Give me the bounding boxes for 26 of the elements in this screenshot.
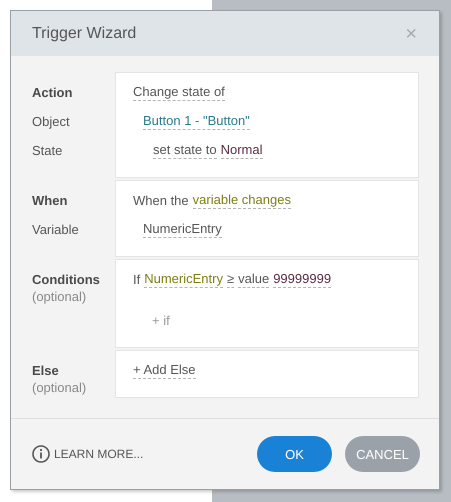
field-label: Variable — [32, 221, 80, 239]
section-heading: Action — [32, 84, 74, 102]
choice-link[interactable]: Change state of — [133, 84, 225, 101]
setting-link[interactable]: Normal — [220, 142, 262, 159]
hint-label: (optional) — [32, 379, 88, 397]
rule-text: When the — [133, 193, 189, 208]
section-heading: When — [32, 192, 68, 210]
variable-link[interactable]: variable changes — [192, 192, 291, 209]
section-heading: Else — [32, 362, 60, 380]
info-icon — [32, 445, 50, 463]
field-label: State — [32, 142, 64, 160]
choice-link[interactable]: + Add Else — [133, 362, 196, 379]
ok-button[interactable]: OK — [257, 436, 332, 472]
object-link[interactable]: Button 1 - "Button" — [143, 113, 250, 130]
hint-label: (optional) — [32, 288, 88, 306]
rule-text: If — [133, 272, 140, 287]
section-heading: Conditions — [32, 271, 101, 289]
setting-link[interactable]: 99999999 — [273, 271, 332, 288]
window-title: Trigger Wizard — [32, 24, 136, 42]
field-label: Object — [32, 113, 71, 131]
choice-link[interactable]: ≥ — [226, 271, 234, 288]
choice-link[interactable]: value — [238, 271, 270, 288]
choice-link[interactable]: NumericEntry — [143, 221, 222, 238]
variable-link[interactable]: NumericEntry — [144, 271, 223, 288]
choice-link[interactable]: set state to — [153, 142, 217, 159]
learn-more-link[interactable]: LEARN MORE... — [54, 447, 144, 461]
